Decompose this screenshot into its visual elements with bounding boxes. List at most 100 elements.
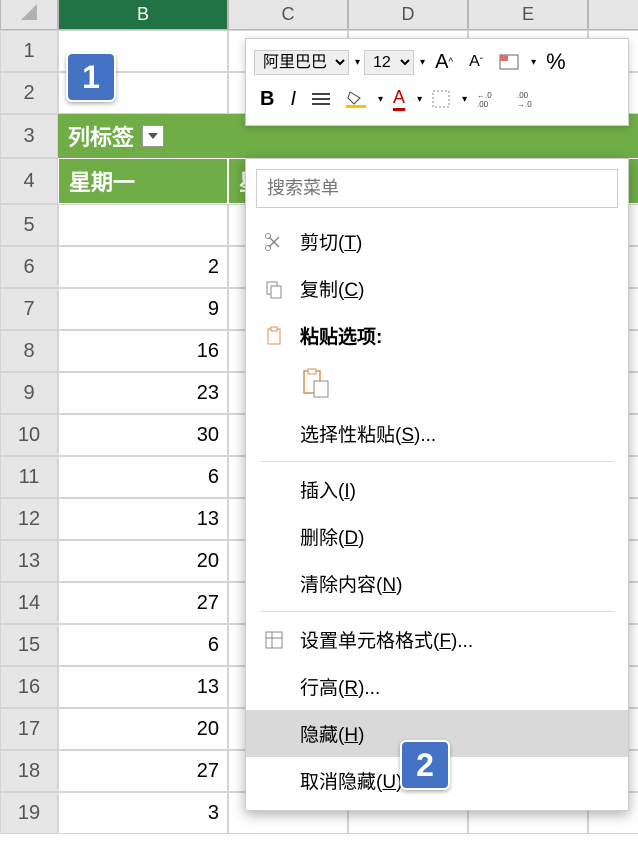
menu-unhide-label: 取消隐藏(U) [300, 767, 402, 794]
fill-icon [346, 90, 366, 108]
font-size-select[interactable]: 12 [364, 50, 414, 75]
cell-b9[interactable]: 23 [58, 372, 228, 414]
row-header-5[interactable]: 5 [0, 204, 58, 246]
cell-b13[interactable]: 20 [58, 540, 228, 582]
decrease-decimal-icon: .00→.0 [517, 90, 541, 108]
font-name-select[interactable]: 阿里巴巴 [254, 50, 349, 75]
chevron-down-icon: ▾ [355, 57, 360, 68]
chevron-down-icon: ▾ [417, 94, 422, 105]
paste-icon [300, 367, 332, 399]
cell-b12[interactable]: 13 [58, 498, 228, 540]
fill-color-button[interactable] [340, 86, 372, 112]
svg-text:→.0: →.0 [517, 100, 532, 108]
row-header-8[interactable]: 8 [0, 330, 58, 372]
context-menu: 剪切(T) 复制(C) 粘贴选项: 选择性粘贴(S)... 插入(I) 删除(D… [245, 158, 629, 811]
cell-b11[interactable]: 6 [58, 456, 228, 498]
chevron-down-icon: ▾ [420, 57, 425, 68]
increase-decimal-icon: ←.0.00 [477, 90, 501, 108]
format-cells-icon [260, 630, 288, 650]
column-header-e[interactable]: E [468, 0, 588, 30]
menu-clear-contents[interactable]: 清除内容(N) [246, 560, 628, 607]
column-header-c[interactable]: C [228, 0, 348, 30]
border-button[interactable] [426, 86, 456, 112]
cell-b6[interactable]: 2 [58, 246, 228, 288]
menu-copy[interactable]: 复制(C) [246, 265, 628, 312]
bold-button[interactable]: B [254, 84, 280, 115]
menu-insert-label: 插入(I) [300, 476, 356, 503]
row-header-1[interactable]: 1 [0, 30, 58, 72]
row-header-12[interactable]: 12 [0, 498, 58, 540]
cell-b10[interactable]: 30 [58, 414, 228, 456]
increase-decimal-button[interactable]: ←.0.00 [471, 86, 507, 112]
menu-format-cells-label: 设置单元格格式(F)... [300, 626, 473, 653]
border-icon [432, 90, 450, 108]
menu-format-cells[interactable]: 设置单元格格式(F)... [246, 616, 628, 663]
row-header-2[interactable]: 2 [0, 72, 58, 114]
menu-paste-special-label: 选择性粘贴(S)... [300, 420, 436, 447]
row-header-6[interactable]: 6 [0, 246, 58, 288]
svg-text:.00: .00 [517, 91, 529, 100]
row-header-4[interactable]: 4 [0, 158, 58, 204]
menu-cut-label: 剪切(T) [300, 228, 362, 255]
row-header-3[interactable]: 3 [0, 114, 58, 158]
chevron-down-icon: ▾ [531, 57, 536, 68]
chevron-down-icon: ▾ [462, 94, 467, 105]
menu-divider [260, 611, 614, 612]
align-button[interactable] [306, 88, 336, 110]
merge-button[interactable] [493, 50, 525, 74]
row-header-15[interactable]: 15 [0, 624, 58, 666]
pivot-filter-button[interactable] [142, 125, 164, 147]
row-header-7[interactable]: 7 [0, 288, 58, 330]
decrease-font-button[interactable]: Aˇ [463, 49, 489, 75]
menu-row-height[interactable]: 行高(R)... [246, 663, 628, 710]
copy-icon [260, 279, 288, 299]
select-all-corner[interactable] [0, 0, 58, 30]
menu-paste-options-label: 粘贴选项: [300, 322, 382, 349]
pivot-label-text: 列标签 [68, 120, 134, 152]
clipboard-icon [260, 326, 288, 346]
pivot-day-monday[interactable]: 星期一 [58, 158, 228, 204]
row-header-10[interactable]: 10 [0, 414, 58, 456]
cell-b8[interactable]: 16 [58, 330, 228, 372]
callout-2: 2 [400, 740, 450, 790]
row-header-19[interactable]: 19 [0, 792, 58, 834]
row-header-16[interactable]: 16 [0, 666, 58, 708]
italic-button[interactable]: I [284, 84, 302, 115]
cell-b18[interactable]: 27 [58, 750, 228, 792]
menu-delete-label: 删除(D) [300, 523, 364, 550]
paste-default-button[interactable] [300, 359, 628, 410]
menu-search-input[interactable] [256, 169, 618, 208]
column-header-b[interactable]: B [58, 0, 228, 30]
row-header-17[interactable]: 17 [0, 708, 58, 750]
menu-hide-label: 隐藏(H) [300, 720, 364, 747]
font-color-button[interactable]: A [387, 83, 411, 115]
menu-paste-special[interactable]: 选择性粘贴(S)... [246, 410, 628, 457]
row-header-9[interactable]: 9 [0, 372, 58, 414]
merge-icon [499, 54, 519, 70]
increase-font-button[interactable]: A^ [429, 47, 459, 78]
cell-b5[interactable] [58, 204, 228, 246]
menu-delete[interactable]: 删除(D) [246, 513, 628, 560]
menu-insert[interactable]: 插入(I) [246, 466, 628, 513]
cell-b14[interactable]: 27 [58, 582, 228, 624]
cell-b15[interactable]: 6 [58, 624, 228, 666]
cell-b7[interactable]: 9 [58, 288, 228, 330]
scissors-icon [260, 232, 288, 252]
column-header-d[interactable]: D [348, 0, 468, 30]
menu-cut[interactable]: 剪切(T) [246, 218, 628, 265]
menu-row-height-label: 行高(R)... [300, 673, 380, 700]
callout-1: 1 [66, 52, 116, 102]
decrease-decimal-button[interactable]: .00→.0 [511, 86, 547, 112]
row-header-11[interactable]: 11 [0, 456, 58, 498]
percent-button[interactable]: % [540, 45, 572, 79]
row-header-13[interactable]: 13 [0, 540, 58, 582]
chevron-down-icon: ▾ [378, 94, 383, 105]
cell-b17[interactable]: 20 [58, 708, 228, 750]
row-header-18[interactable]: 18 [0, 750, 58, 792]
row-header-14[interactable]: 14 [0, 582, 58, 624]
menu-copy-label: 复制(C) [300, 275, 364, 302]
cell-b16[interactable]: 13 [58, 666, 228, 708]
column-header-f[interactable]: F [588, 0, 638, 30]
menu-clear-label: 清除内容(N) [300, 570, 402, 597]
cell-b19[interactable]: 3 [58, 792, 228, 834]
